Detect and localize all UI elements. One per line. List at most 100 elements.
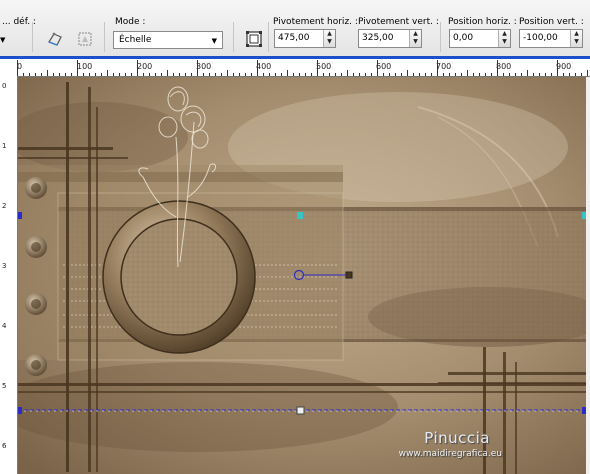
transform-handle[interactable]: [296, 406, 305, 415]
ruler-tick: [575, 73, 576, 76]
ruler-tick: [131, 73, 132, 76]
chevron-down-icon[interactable]: ▼: [0, 36, 5, 44]
ruler-tick: [263, 73, 264, 76]
ruler-tick: [557, 60, 558, 76]
spin-down-icon[interactable]: ▼: [571, 38, 582, 46]
ruler-tick: [167, 70, 168, 76]
ruler-tick: [353, 73, 354, 76]
ruler-tick-label: 2: [2, 202, 7, 210]
separator: [32, 22, 33, 52]
spin-down-icon[interactable]: ▼: [324, 38, 335, 46]
ruler-tick: [149, 73, 150, 76]
pivot-v-label: Pivotement vert. :: [358, 17, 439, 27]
ruler-tick: [23, 73, 24, 76]
ruler-tick: [551, 73, 552, 76]
ruler-tick: [467, 70, 468, 76]
spin-buttons[interactable]: ▲ ▼: [323, 30, 335, 47]
pivot-v-field[interactable]: 325,00 ▲ ▼: [358, 29, 422, 48]
spin-up-icon[interactable]: ▲: [324, 30, 335, 38]
ruler-tick: [35, 73, 36, 76]
ruler-tick: [155, 73, 156, 76]
ruler-tick: [425, 73, 426, 76]
ruler-tick: [77, 60, 78, 76]
ruler-tick: [497, 60, 498, 76]
ruler-tick: [185, 73, 186, 76]
ruler-tick: [539, 73, 540, 76]
ruler-tick-label: 3: [2, 262, 7, 270]
spin-buttons[interactable]: ▲ ▼: [570, 30, 582, 47]
pos-h-label: Position horiz. :: [448, 17, 517, 27]
rotation-handle[interactable]: [345, 271, 353, 279]
ruler-tick: [239, 73, 240, 76]
ruler-tick: [161, 73, 162, 76]
ruler-tick: [227, 70, 228, 76]
spin-down-icon[interactable]: ▼: [410, 38, 421, 46]
spin-up-icon[interactable]: ▲: [571, 30, 582, 38]
spin-buttons[interactable]: ▲ ▼: [498, 30, 510, 47]
ruler-tick: [533, 73, 534, 76]
ruler-tick: [191, 73, 192, 76]
ruler-tick: [107, 70, 108, 76]
ruler-tick: [59, 73, 60, 76]
ruler-tick-label: 6: [2, 442, 7, 450]
image-canvas[interactable]: [18, 77, 586, 474]
separator: [440, 22, 441, 52]
transform-handle[interactable]: [297, 212, 303, 219]
pivot-h-field[interactable]: 475,00 ▲ ▼: [274, 29, 336, 48]
ruler-tick: [251, 73, 252, 76]
ruler-tick: [407, 70, 408, 76]
transform-handle[interactable]: [582, 407, 586, 414]
ruler-tick: [269, 73, 270, 76]
ruler-tick-label: 0: [2, 82, 7, 90]
ruler-tick: [341, 73, 342, 76]
ruler-tick: [209, 73, 210, 76]
deform-icon[interactable]: [74, 28, 96, 50]
spin-buttons[interactable]: ▲ ▼: [409, 30, 421, 47]
ruler-tick: [311, 73, 312, 76]
ruler-tick: [287, 70, 288, 76]
pos-v-field[interactable]: -100,00 ▲ ▼: [519, 29, 583, 48]
mode-select[interactable]: Échelle ▼: [113, 31, 223, 49]
reset-icon[interactable]: [44, 28, 66, 50]
ruler-tick: [275, 73, 276, 76]
transform-handle[interactable]: [18, 212, 22, 219]
ruler-tick: [47, 70, 48, 76]
transform-handle[interactable]: [18, 407, 22, 414]
ruler-tick: [509, 73, 510, 76]
ruler-tick-label: 400: [256, 62, 272, 71]
ruler-tick-label: 700: [436, 62, 452, 71]
ruler-tick: [431, 73, 432, 76]
ruler-tick: [563, 73, 564, 76]
spin-down-icon[interactable]: ▼: [499, 38, 510, 46]
ruler-tick: [401, 73, 402, 76]
ruler-tick-label: 300: [196, 62, 212, 71]
ruler-top[interactable]: 0 100 200 300 400 500 600 700 800 900: [0, 59, 590, 77]
ruler-tick: [359, 73, 360, 76]
spin-up-icon[interactable]: ▲: [410, 30, 421, 38]
ruler-tick: [101, 73, 102, 76]
ruler-tick: [419, 73, 420, 76]
ruler-tick: [89, 73, 90, 76]
ruler-tick: [125, 73, 126, 76]
ruler-tick: [521, 73, 522, 76]
ruler-tick: [221, 73, 222, 76]
ruler-tick: [233, 73, 234, 76]
pick-tool-icon[interactable]: [243, 28, 265, 50]
pos-v-value: -100,00: [523, 33, 558, 43]
pivot-h-value: 475,00: [278, 33, 310, 43]
spin-up-icon[interactable]: ▲: [499, 30, 510, 38]
ruler-tick: [569, 73, 570, 76]
mode-value: Échelle: [119, 35, 152, 45]
ring-ornament: [102, 200, 256, 354]
ruler-tick: [95, 73, 96, 76]
transform-handle[interactable]: [582, 212, 586, 219]
pos-h-field[interactable]: 0,00 ▲ ▼: [449, 29, 511, 48]
ruler-tick: [485, 73, 486, 76]
ruler-tick-label: 1: [2, 142, 7, 150]
pos-v-label: Position vert. :: [519, 17, 584, 27]
ruler-tick: [137, 60, 138, 76]
ruler-tick: [293, 73, 294, 76]
ruler-left[interactable]: 0 1 2 3 4 5 6: [0, 76, 18, 474]
ruler-tick-label: 900: [556, 62, 572, 71]
canvas-artwork: [18, 77, 586, 474]
